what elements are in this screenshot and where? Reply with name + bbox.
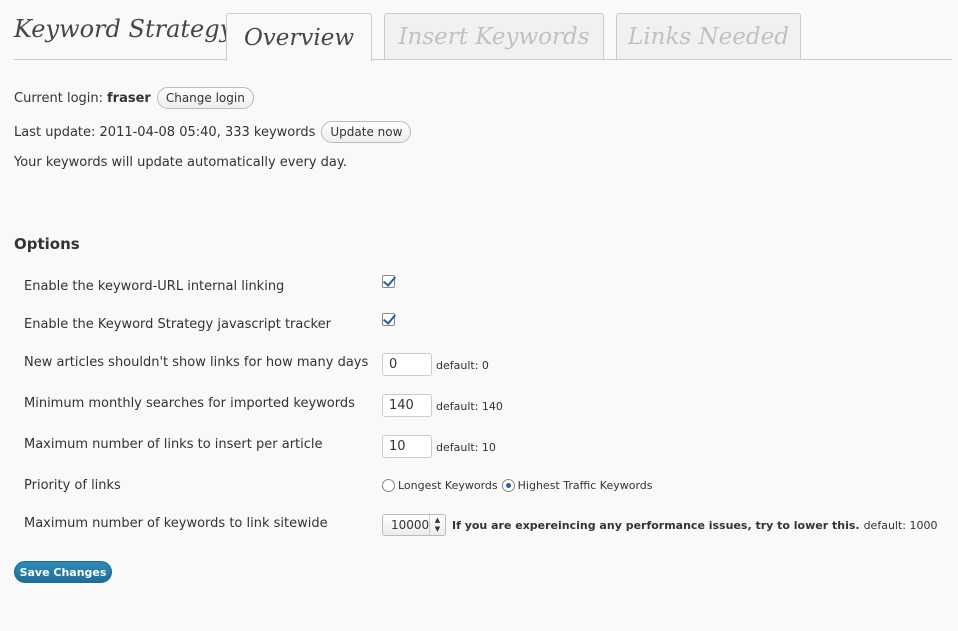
max-links-input[interactable]: 10 (382, 435, 432, 458)
options-heading: Options (14, 235, 80, 253)
last-update-row: Last update: 2011-04-08 05:40, 333 keywo… (14, 121, 412, 143)
max-sitewide-select[interactable]: 10000 ▲ ▼ (382, 514, 446, 536)
priority-label: Priority of links (24, 478, 121, 493)
highest-traffic-label: Highest Traffic Keywords (517, 479, 653, 492)
tab-insert-keywords[interactable]: Insert Keywords (384, 13, 604, 60)
max-sitewide-label: Maximum number of keywords to link sitew… (24, 516, 328, 531)
auto-update-text: Your keywords will update automatically … (14, 155, 347, 170)
max-links-label: Maximum number of links to insert per ar… (24, 437, 323, 452)
performance-note: If you are expereincing any performance … (452, 518, 860, 532)
last-update-text: Last update: 2011-04-08 05:40, 333 keywo… (14, 124, 316, 140)
max-links-default: default: 10 (436, 441, 496, 454)
stepper-arrows-icon[interactable]: ▲ ▼ (429, 515, 445, 535)
max-sitewide-default: default: 1000 (863, 518, 938, 532)
save-changes-button[interactable]: Save Changes (14, 561, 112, 583)
login-user: fraser (107, 90, 151, 106)
priority-radio-group: Longest Keywords Highest Traffic Keyword… (382, 479, 657, 492)
tracker-label: Enable the Keyword Strategy javascript t… (24, 317, 331, 332)
min-searches-input[interactable]: 140 (382, 394, 432, 417)
new-articles-default: default: 0 (436, 359, 489, 372)
tab-overview[interactable]: Overview (226, 13, 372, 61)
login-label: Current login: (14, 90, 104, 106)
internal-linking-checkbox[interactable] (382, 275, 395, 288)
longest-keywords-radio[interactable] (382, 479, 395, 492)
internal-linking-label: Enable the keyword-URL internal linking (24, 279, 285, 294)
highest-traffic-radio[interactable] (501, 479, 515, 492)
app-title: Keyword Strategy (14, 15, 234, 43)
header: Keyword Strategy Overview Insert Keyword… (0, 0, 958, 61)
min-searches-default: default: 140 (436, 400, 503, 413)
new-articles-label: New articles shouldn't show links for ho… (24, 355, 369, 370)
max-sitewide-value: 10000 (391, 518, 430, 532)
priority-option-highest-traffic[interactable]: Highest Traffic Keywords (501, 479, 653, 492)
update-now-button[interactable]: Update now (321, 121, 412, 143)
priority-option-longest[interactable]: Longest Keywords (382, 479, 498, 492)
longest-keywords-label: Longest Keywords (398, 479, 498, 492)
new-articles-input[interactable]: 0 (382, 353, 432, 376)
tracker-checkbox[interactable] (382, 313, 395, 326)
change-login-button[interactable]: Change login (156, 87, 254, 109)
max-sitewide-row: 10000 ▲ ▼ If you are expereincing any per… (382, 514, 937, 536)
tab-links-needed[interactable]: Links Needed (616, 13, 801, 60)
min-searches-label: Minimum monthly searches for imported ke… (24, 396, 355, 411)
current-login-row: Current login: fraser Change login (14, 87, 254, 109)
tab-divider (14, 59, 952, 60)
